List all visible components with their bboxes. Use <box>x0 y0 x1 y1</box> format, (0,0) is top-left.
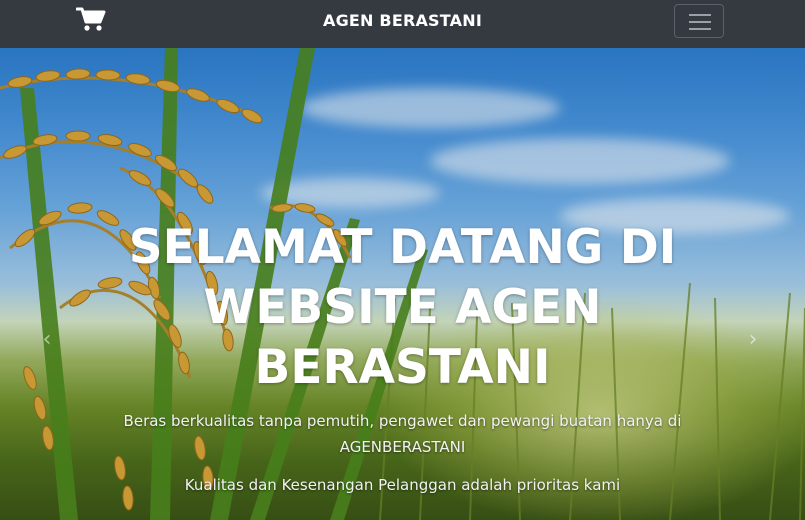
hero-title: SELAMAT DATANG DI WEBSITE AGEN BERASTANI <box>128 220 677 395</box>
page: AGEN BERASTANI SELAMAT DATANG DI WEBSITE… <box>0 0 805 520</box>
top-navbar: AGEN BERASTANI <box>0 0 805 48</box>
hero-carousel: SELAMAT DATANG DI WEBSITE AGEN BERASTANI… <box>0 48 805 520</box>
carousel-prev-button[interactable]: ‹ <box>37 328 57 352</box>
chevron-right-icon: › <box>748 327 758 352</box>
navbar-toggler-button[interactable] <box>674 4 724 38</box>
hero-caption: SELAMAT DATANG DI WEBSITE AGEN BERASTANI… <box>100 218 705 498</box>
hamburger-menu-icon <box>689 14 711 30</box>
carousel-next-button[interactable]: › <box>743 328 763 352</box>
chevron-left-icon: ‹ <box>42 327 52 352</box>
hero-subtitle-2: Kualitas dan Kesenangan Pelanggan adalah… <box>184 476 621 494</box>
hero-subtitle-1: Beras berkualitas tanpa pemutih, pengawe… <box>123 412 682 456</box>
